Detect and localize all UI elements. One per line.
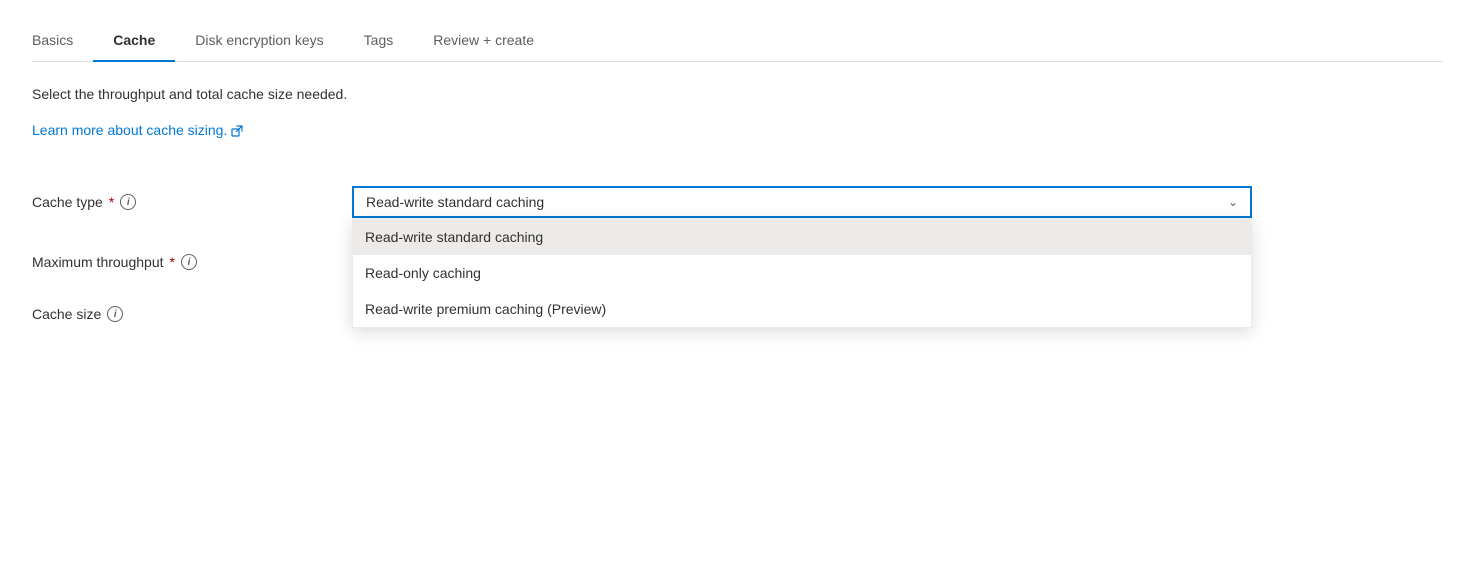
cache-type-dropdown-trigger[interactable]: Read-write standard caching ⌄ [352,186,1252,218]
cache-size-info-icon[interactable]: i [107,306,123,322]
tab-navigation: Basics Cache Disk encryption keys Tags R… [32,0,1443,62]
dropdown-selected-value: Read-write standard caching [366,194,544,210]
dropdown-option-read-write-standard[interactable]: Read-write standard caching [353,219,1251,255]
content-area: Select the throughput and total cache si… [32,62,1443,346]
tab-cache[interactable]: Cache [93,20,175,62]
cache-type-info-icon[interactable]: i [120,194,136,210]
max-throughput-label-text: Maximum throughput [32,254,164,270]
max-throughput-info-icon[interactable]: i [181,254,197,270]
cache-type-dropdown-container: Read-write standard caching ⌄ Read-write… [352,186,1252,218]
max-throughput-label: Maximum throughput * i [32,246,352,270]
learn-more-link[interactable]: Learn more about cache sizing. [32,122,243,138]
cache-type-required: * [109,194,114,210]
cache-type-label-text: Cache type [32,194,103,210]
cache-size-label: Cache size i [32,298,352,322]
external-link-icon [231,124,243,136]
tab-review-create[interactable]: Review + create [413,20,554,62]
cache-type-label: Cache type * i [32,186,352,210]
form-row-cache-type: Cache type * i Read-write standard cachi… [32,186,1443,218]
tab-tags[interactable]: Tags [344,20,414,62]
cache-type-control: Read-write standard caching ⌄ Read-write… [352,186,1252,218]
learn-more-text: Learn more about cache sizing. [32,122,227,138]
cache-type-dropdown-menu: Read-write standard caching Read-only ca… [352,218,1252,328]
cache-size-label-text: Cache size [32,306,101,322]
description-text: Select the throughput and total cache si… [32,86,1443,102]
tab-basics[interactable]: Basics [32,20,93,62]
max-throughput-required: * [170,254,175,270]
tab-disk-encryption-keys[interactable]: Disk encryption keys [175,20,343,62]
dropdown-chevron-icon: ⌄ [1228,195,1238,209]
page-container: Basics Cache Disk encryption keys Tags R… [0,0,1475,346]
dropdown-option-read-write-premium[interactable]: Read-write premium caching (Preview) [353,291,1251,327]
dropdown-option-read-only[interactable]: Read-only caching [353,255,1251,291]
form-section: Cache type * i Read-write standard cachi… [32,186,1443,322]
